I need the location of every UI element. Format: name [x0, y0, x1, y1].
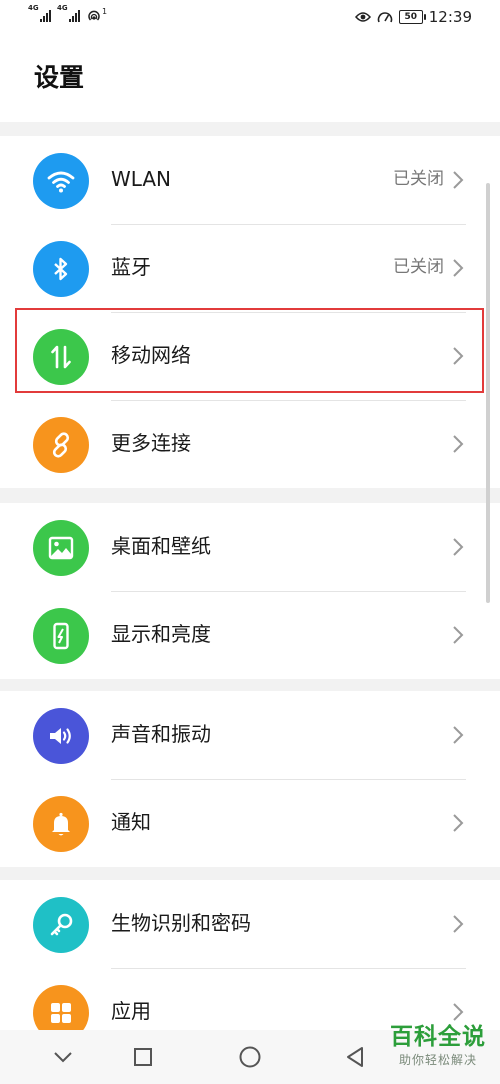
settings-item-label: 应用 [111, 999, 151, 1023]
signal-icon: 4G [57, 4, 80, 22]
bell-icon [33, 796, 89, 852]
settings-item-wallpaper[interactable]: 桌面和壁纸 [0, 503, 500, 591]
settings-item-more-connections[interactable]: 更多连接 [0, 400, 500, 488]
settings-item-biometrics[interactable]: 生物识别和密码 [0, 880, 500, 968]
back-icon[interactable] [340, 1042, 370, 1072]
settings-item-value: 已关闭 [393, 169, 444, 189]
settings-item-label: 移动网络 [111, 343, 191, 367]
eye-icon [354, 12, 371, 22]
settings-item-label: 更多连接 [111, 431, 191, 455]
chevron-right-icon [453, 915, 464, 933]
settings-item-label: 桌面和壁纸 [111, 534, 211, 558]
settings-item-label: WLAN [111, 167, 172, 191]
watermark-main: 百科全说 [390, 1024, 486, 1050]
chevron-right-icon [453, 435, 464, 453]
signal-icon: 4G [28, 4, 51, 22]
recents-icon[interactable] [128, 1042, 158, 1072]
settings-item-notifications[interactable]: 通知 [0, 779, 500, 867]
settings-item-wlan[interactable]: WLAN 已关闭 [0, 136, 500, 224]
speaker-icon [33, 708, 89, 764]
settings-item-label: 生物识别和密码 [111, 911, 251, 935]
mobile-data-icon [33, 329, 89, 385]
settings-group-sound-notifications: 声音和振动 通知 [0, 691, 500, 867]
status-left: 4G 4G 1 [28, 4, 107, 22]
home-icon[interactable] [235, 1042, 265, 1072]
collapse-icon[interactable] [48, 1042, 78, 1072]
hotspot-indicator: 1 [86, 8, 107, 22]
speed-icon [377, 12, 393, 23]
chevron-right-icon [453, 171, 464, 189]
chevron-right-icon [453, 259, 464, 277]
hotspot-badge: 1 [102, 7, 108, 16]
key-icon [33, 897, 89, 953]
sim1-label: 4G [28, 4, 39, 12]
watermark: 百科全说 助你轻松解决 [390, 1022, 486, 1068]
settings-item-mobile-network[interactable]: 移动网络 [0, 312, 500, 400]
settings-item-label: 显示和亮度 [111, 622, 211, 646]
chevron-right-icon [453, 626, 464, 644]
image-icon [33, 520, 89, 576]
settings-item-label: 蓝牙 [111, 255, 151, 279]
sim2-label: 4G [57, 4, 68, 12]
settings-item-bluetooth[interactable]: 蓝牙 已关闭 [0, 224, 500, 312]
chevron-right-icon [453, 538, 464, 556]
settings-item-label: 声音和振动 [111, 722, 211, 746]
chevron-right-icon [453, 347, 464, 365]
chevron-right-icon [453, 814, 464, 832]
settings-group-display: 桌面和壁纸 显示和亮度 [0, 503, 500, 679]
status-time: 12:39 [428, 8, 472, 26]
settings-group-security-apps: 生物识别和密码 应用 [0, 880, 500, 1041]
wifi-icon [33, 153, 89, 209]
header: 设置 [0, 36, 500, 122]
status-bar: 4G 4G 1 50 12:39 [0, 0, 500, 36]
phone-brightness-icon [33, 608, 89, 664]
chevron-right-icon [453, 726, 464, 744]
settings-item-sound[interactable]: 声音和振动 [0, 691, 500, 779]
settings-group-connectivity: WLAN 已关闭 蓝牙 已关闭 移动网络 更多连接 [0, 136, 500, 488]
link-icon [33, 417, 89, 473]
watermark-sub: 助你轻松解决 [398, 1053, 477, 1067]
chevron-right-icon [453, 1003, 464, 1021]
battery-icon: 50 [398, 10, 426, 24]
hotspot-icon [88, 10, 100, 21]
bluetooth-icon [33, 241, 89, 297]
settings-item-label: 通知 [111, 810, 151, 834]
scrollbar[interactable] [486, 183, 490, 603]
status-right: 50 12:39 [354, 8, 472, 26]
settings-screen: 4G 4G 1 50 12:39 设置 WLAN 已关闭 蓝牙 已关闭 移动网络… [0, 0, 500, 1084]
settings-item-display[interactable]: 显示和亮度 [0, 591, 500, 679]
settings-item-value: 已关闭 [393, 257, 444, 277]
page-title: 设置 [34, 63, 85, 92]
